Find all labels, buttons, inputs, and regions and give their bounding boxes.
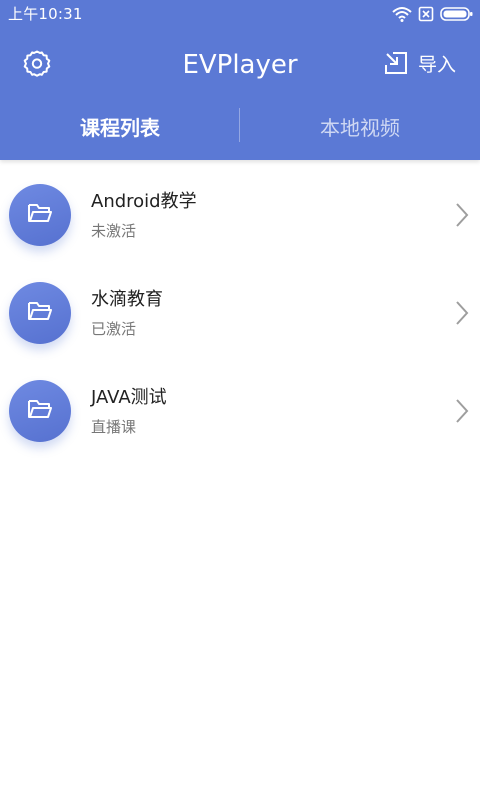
course-title: 水滴教育	[91, 289, 163, 310]
tab-course-list[interactable]: 课程列表	[0, 100, 240, 152]
header: 上午10:31 EVPlayer 导入 课程列表 本地视频	[0, 0, 480, 160]
folder-icon	[27, 202, 53, 228]
folder-icon	[27, 300, 53, 326]
course-avatar	[9, 380, 71, 442]
chevron-right-icon	[454, 202, 470, 228]
course-status: 已激活	[91, 320, 137, 338]
battery-icon	[440, 6, 474, 22]
chevron-right-icon	[454, 398, 470, 424]
course-item[interactable]: 水滴教育 已激活	[0, 258, 480, 356]
chevron-right-icon	[454, 300, 470, 326]
wifi-icon	[392, 6, 412, 22]
course-item[interactable]: Android教学 未激活	[0, 160, 480, 258]
status-time: 上午10:31	[8, 5, 83, 23]
tab-local-video[interactable]: 本地视频	[240, 100, 480, 152]
course-avatar	[9, 282, 71, 344]
import-icon	[384, 51, 408, 79]
app-bar: EVPlayer 导入	[0, 28, 480, 100]
status-bar: 上午10:31	[0, 0, 480, 28]
import-label: 导入	[417, 54, 456, 76]
course-title: JAVA测试	[91, 387, 167, 408]
tab-bar: 课程列表 本地视频	[0, 100, 480, 152]
course-status: 直播课	[91, 418, 137, 436]
course-status: 未激活	[91, 222, 137, 240]
tab-divider	[239, 108, 240, 142]
import-button[interactable]: 导入	[384, 50, 456, 80]
status-icons	[392, 4, 474, 24]
course-list: Android教学 未激活 水滴教育 已激活 JAVA测试 直播课	[0, 160, 480, 454]
folder-icon	[27, 398, 53, 424]
course-avatar	[9, 184, 71, 246]
course-item[interactable]: JAVA测试 直播课	[0, 356, 480, 454]
course-title: Android教学	[91, 191, 197, 212]
sim-icon	[418, 6, 434, 22]
